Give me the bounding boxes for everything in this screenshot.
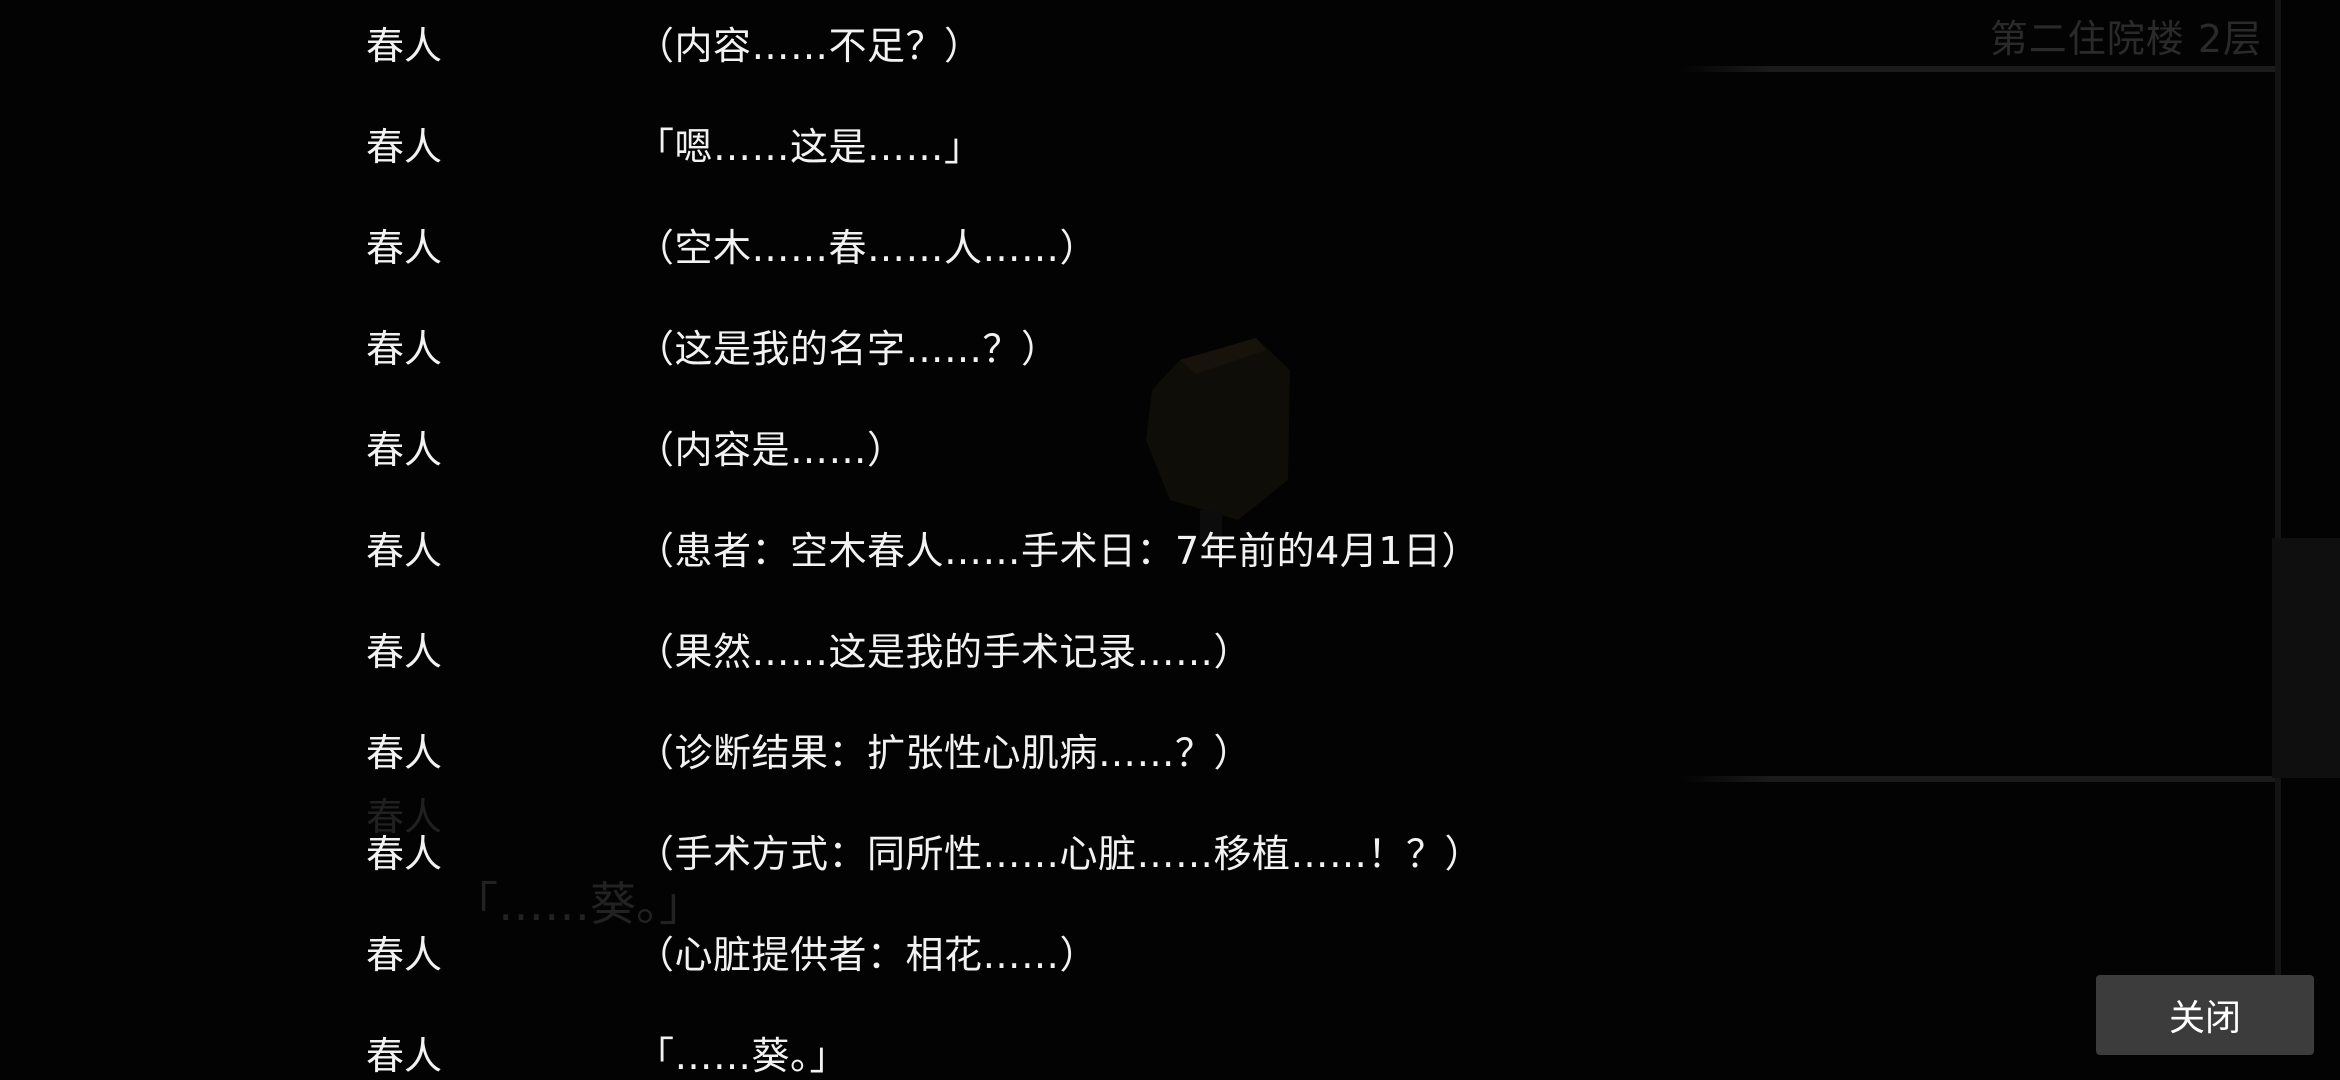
backlog-speaker: 春人	[366, 529, 443, 573]
backlog-entry: 春人 （患者：空木春人……手术日：7年前的4月1日）	[0, 498, 2340, 599]
backlog-text: （这是我的名字……？）	[636, 327, 1060, 371]
close-button[interactable]: 关闭	[2096, 975, 2314, 1055]
backlog-list[interactable]: 春人 （内容……不足？） 春人 「嗯……这是……」 春人 （空木……春……人………	[0, 0, 2340, 1080]
backlog-entry: 春人 （这是我的名字……？）	[0, 296, 2340, 397]
backlog-speaker: 春人	[366, 1034, 443, 1078]
backlog-text: （心脏提供者：相花……）	[636, 933, 1099, 977]
backlog-text: （内容是……）	[636, 428, 906, 472]
backlog-entry: 春人 （空木……春……人……）	[0, 195, 2340, 296]
backlog-entry: 春人 （心脏提供者：相花……）	[0, 902, 2340, 1003]
backlog-entry: 春人 （手术方式：同所性……心脏……移植……！？）	[0, 801, 2340, 902]
backlog-speaker: 春人	[366, 630, 443, 674]
backlog-speaker: 春人	[366, 125, 443, 169]
backlog-entry: 春人 「嗯……这是……」	[0, 94, 2340, 195]
backlog-speaker: 春人	[366, 933, 443, 977]
backlog-text: （空木……春……人……）	[636, 226, 1099, 270]
backlog-speaker: 春人	[366, 832, 443, 876]
game-screen: 第二住院楼 2层 春人 「……葵。」 春人 （内容……不足？） 春人 「嗯……这…	[0, 0, 2340, 1080]
backlog-entry: 春人 （内容……不足？）	[0, 0, 2340, 94]
backlog-text: （患者：空木春人……手术日：7年前的4月1日）	[636, 529, 1481, 573]
backlog-entry: 春人 （诊断结果：扩张性心肌病……？）	[0, 700, 2340, 801]
backlog-text: （手术方式：同所性……心脏……移植……！？）	[636, 832, 1484, 876]
backlog-speaker: 春人	[366, 226, 443, 270]
backlog-text: （内容……不足？）	[636, 24, 983, 68]
backlog-entry: 春人 （果然……这是我的手术记录……）	[0, 599, 2340, 700]
backlog-entry: 春人 （内容是……）	[0, 397, 2340, 498]
backlog-text: 「嗯……这是……」	[636, 125, 983, 169]
backlog-entry: 春人 「……葵。」	[0, 1003, 2340, 1080]
backlog-text: （果然……这是我的手术记录……）	[636, 630, 1253, 674]
backlog-text: 「……葵。」	[636, 1034, 849, 1078]
backlog-speaker: 春人	[366, 327, 443, 371]
backlog-speaker: 春人	[366, 428, 443, 472]
backlog-text: （诊断结果：扩张性心肌病……？）	[636, 731, 1253, 775]
backlog-speaker: 春人	[366, 24, 443, 68]
backlog-speaker: 春人	[366, 731, 443, 775]
